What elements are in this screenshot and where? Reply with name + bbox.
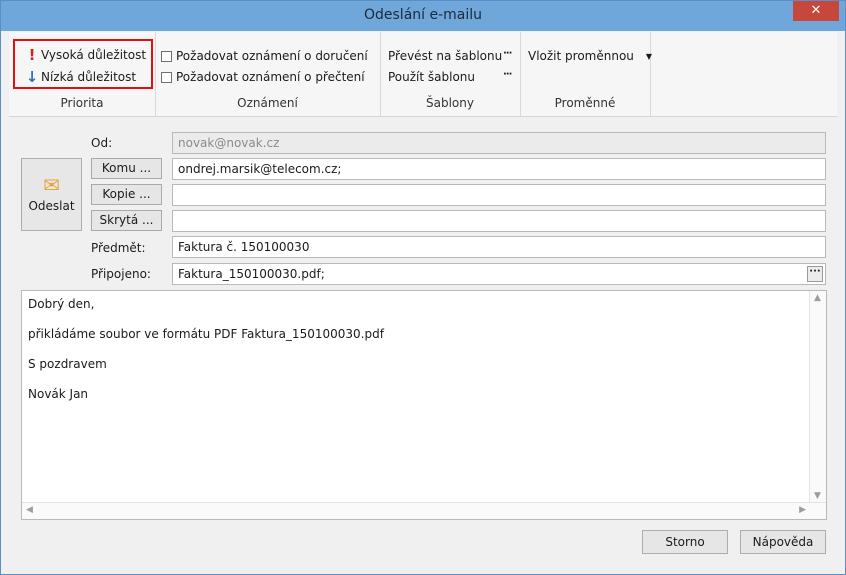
close-button[interactable]: ✕ [793,1,839,21]
attached-value: Faktura_150100030.pdf; [178,267,325,281]
cancel-button[interactable]: Storno [642,530,728,554]
priority-highlight [13,39,153,89]
bcc-button[interactable]: Skrytá ... [91,210,162,231]
envelope-icon: ✉ [43,173,60,197]
checkbox-icon [161,71,172,83]
use-template-button[interactable]: Použít šablonu [388,70,475,84]
variables-group-label: Proměnné [554,96,616,110]
notifications-group: Požadovat oznámení o doručení Požadovat … [155,32,381,116]
delivery-receipt-checkbox[interactable]: Požadovat oznámení o doručení [161,49,368,63]
convert-to-template-button[interactable]: Převést na šablonu [388,49,502,63]
convert-to-template-label: Převést na šablonu [388,49,503,63]
scroll-left-icon[interactable]: ◀ [26,505,33,515]
message-line: Novák Jan [28,387,89,401]
scroll-down-icon[interactable]: ▼ [814,491,821,501]
insert-variable-label: Vložit proměnnou [528,49,634,63]
from-label: Od: [91,136,113,150]
window-title: Odeslání e-mailu [363,7,483,23]
message-line: Dobrý den, [28,297,95,311]
attached-field[interactable]: Faktura_150100030.pdf; ··· [172,263,826,285]
from-field: novak@novak.cz [172,132,826,154]
variables-group: Vložit proměnnou ▼ Proměnné [520,32,652,116]
templates-group: Převést na šablonu ··· Použít šablonu ··… [380,32,521,116]
templates-group-label: Šablony [426,96,474,110]
vertical-scrollbar[interactable]: ▲ ▼ [809,291,826,503]
scroll-up-icon[interactable]: ▲ [814,293,821,303]
message-line: S pozdravem [28,357,107,371]
browse-attachment-button[interactable]: ··· [807,266,823,282]
read-receipt-label: Požadovat oznámení o přečtení [176,70,365,84]
delivery-receipt-label: Požadovat oznámení o doručení [176,49,368,63]
email-dialog: Odeslání e-mailu ✕ ! Vysoká důležitost ↓… [0,0,846,575]
cc-button[interactable]: Kopie ... [91,184,162,205]
subject-label: Předmět: [91,241,146,255]
use-template-label: Použít šablonu [388,70,476,84]
more-icon[interactable]: ··· [503,48,512,59]
title-bar: Odeslání e-mailu ✕ [1,1,845,31]
insert-variable-button[interactable]: Vložit proměnnou ▼ [528,49,652,63]
chevron-down-icon: ▼ [645,51,653,61]
attached-label: Připojeno: [91,267,151,281]
message-body[interactable]: Dobrý den, přikládáme soubor ve formátu … [21,290,827,520]
notifications-group-label: Oznámení [237,96,298,110]
send-label: Odeslat [28,199,75,213]
subject-field[interactable]: Faktura č. 150100030 [172,236,826,258]
cc-field[interactable] [172,184,826,206]
priority-group-label: Priorita [60,96,104,110]
message-line: přikládáme soubor ve formátu PDF Faktura… [28,327,384,341]
scroll-right-icon[interactable]: ▶ [799,505,806,515]
bcc-field[interactable] [172,210,826,232]
to-field[interactable]: ondrej.marsik@telecom.cz; [172,158,826,180]
checkbox-icon [161,50,172,62]
help-button[interactable]: Nápověda [740,530,826,554]
to-button[interactable]: Komu ... [91,158,162,179]
more-icon[interactable]: ··· [503,69,512,80]
read-receipt-checkbox[interactable]: Požadovat oznámení o přečtení [161,70,365,84]
horizontal-scrollbar[interactable]: ◀ ▶ [22,502,826,519]
send-button[interactable]: ✉ Odeslat [21,158,82,231]
